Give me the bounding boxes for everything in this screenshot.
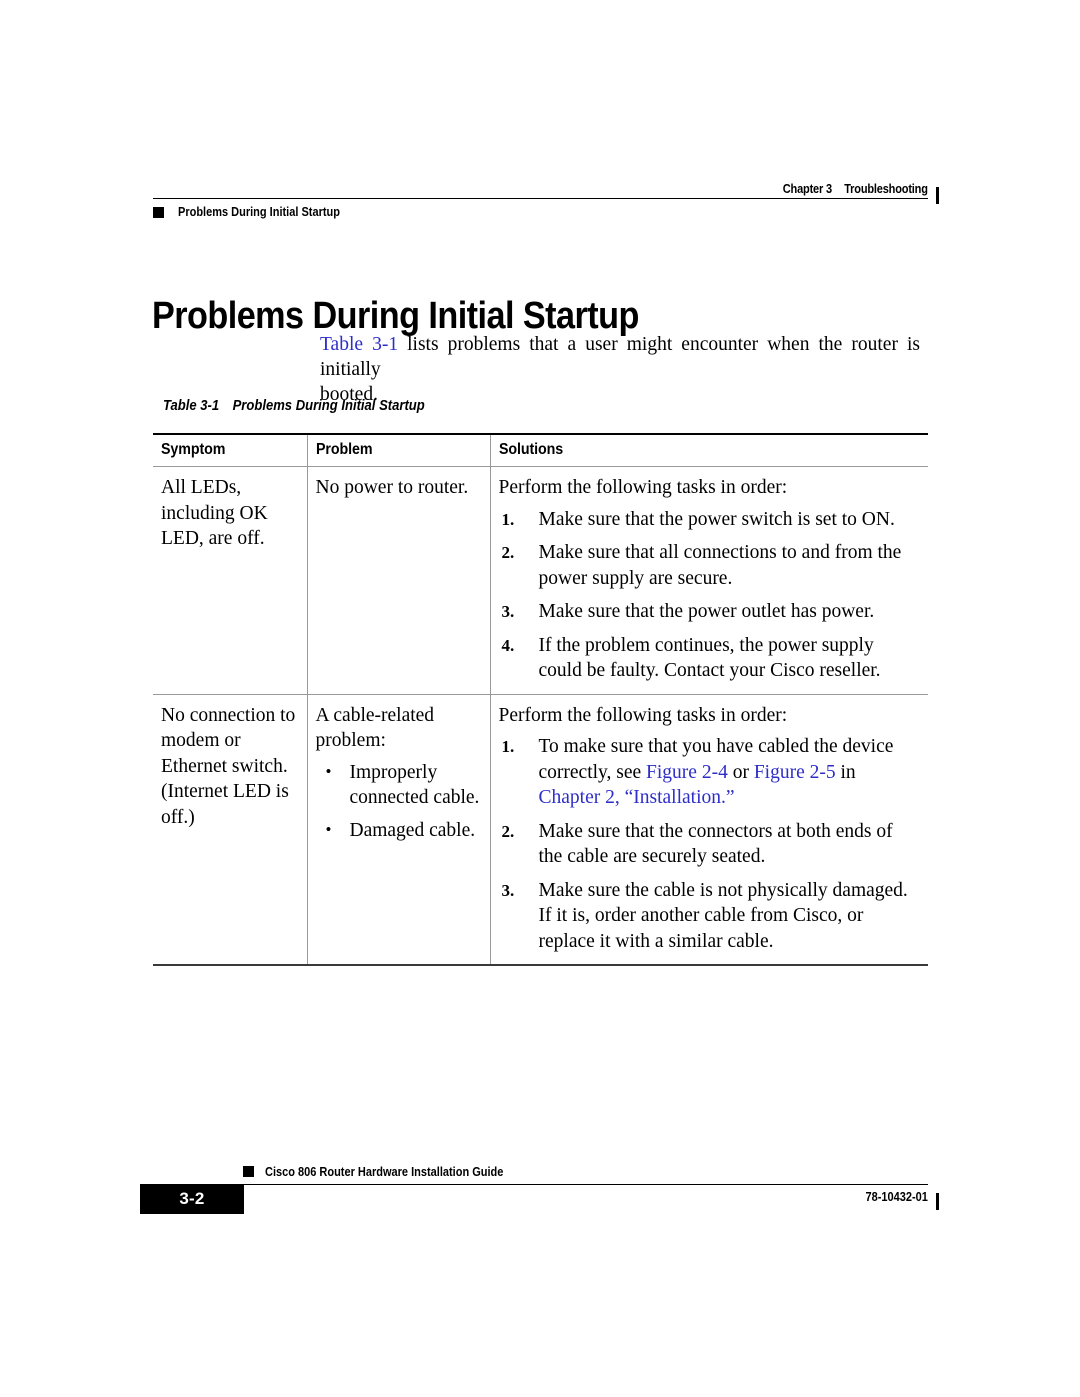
list-item: • Damaged cable. — [316, 818, 480, 844]
step-text-part3: in — [835, 761, 856, 783]
step-text-part2: or — [727, 761, 754, 783]
step-text: Make sure that all connections to and fr… — [538, 542, 902, 589]
cell-problem: No power to router. — [307, 466, 491, 695]
header-change-bar-icon — [936, 187, 939, 204]
footer-guide-title: Cisco 806 Router Hardware Installation G… — [265, 1165, 504, 1179]
footer-document-number: 78-10432-01 — [865, 1190, 928, 1204]
running-header-right: Chapter 3 Troubleshooting — [153, 176, 928, 196]
intro-paragraph: Table 3-1 lists problems that a user mig… — [320, 332, 920, 407]
step-text: Make sure the cable is not physically da… — [538, 879, 908, 952]
column-header-symptom-label: Symptom — [161, 441, 226, 458]
step-number: 2. — [501, 543, 515, 562]
cell-problem: A cable-related problem: • Improperly co… — [307, 694, 491, 966]
step-text: Make sure that the power outlet has powe… — [538, 601, 875, 622]
running-header-chapter-label: Chapter 3 — [782, 182, 833, 196]
symptom-text: All LEDs, including OK LED, are off. — [161, 477, 268, 549]
solutions-step-list: 1. Make sure that the power switch is se… — [499, 507, 919, 684]
problem-bullet-list: • Improperly connected cable. • Damaged … — [316, 760, 480, 844]
list-item: 2. Make sure that all connections to and… — [499, 540, 919, 591]
list-item: • Improperly connected cable. — [316, 760, 480, 811]
page-footer: Cisco 806 Router Hardware Installation G… — [140, 1165, 939, 1225]
list-item: 2. Make sure that the connectors at both… — [499, 819, 919, 870]
step-text: Make sure that the connectors at both en… — [538, 820, 893, 868]
header-rule — [153, 187, 939, 204]
step-number: 3. — [501, 602, 515, 621]
running-header-chapter-title: Troubleshooting — [844, 182, 928, 196]
table-row: All LEDs, including OK LED, are off. No … — [153, 466, 928, 695]
solutions-intro: Perform the following tasks in order: — [498, 704, 788, 726]
list-item: 1. To make sure that you have cabled the … — [499, 734, 919, 811]
cell-symptom: All LEDs, including OK LED, are off. — [153, 466, 308, 695]
list-item: 3. Make sure the cable is not physically… — [499, 878, 919, 955]
step-number: 3. — [501, 880, 515, 900]
running-header-chapter: Chapter 3 Troubleshooting — [783, 182, 928, 196]
square-bullet-icon — [243, 1166, 254, 1177]
step-text: Make sure that the power switch is set t… — [538, 508, 895, 530]
column-header-symptom: Symptom — [153, 433, 308, 467]
page-number-badge: 3-2 — [140, 1184, 244, 1214]
bullet-icon: • — [325, 819, 332, 839]
table-caption-title: Problems During Initial Startup — [232, 398, 425, 414]
solutions-intro: Perform the following tasks in order: — [498, 477, 788, 498]
list-item: 1. Make sure that the power switch is se… — [499, 507, 919, 533]
column-header-solutions-label: Solutions — [498, 441, 563, 458]
intro-text: lists problems that a user might encount… — [320, 334, 920, 380]
step-text: If the problem continues, the power supp… — [538, 634, 881, 682]
document-page: Chapter 3 Troubleshooting Problems During… — [0, 0, 1080, 1397]
cell-solutions: Perform the following tasks in order: 1.… — [490, 466, 928, 695]
figure-2-5-link[interactable]: Figure 2-5 — [754, 762, 836, 783]
bullet-text: Damaged cable. — [349, 819, 476, 841]
bullet-icon: • — [325, 761, 332, 781]
square-bullet-icon — [152, 206, 164, 218]
table-row: No connection to modem or Ethernet switc… — [153, 694, 928, 966]
running-header: Chapter 3 Troubleshooting Problems During… — [152, 176, 939, 219]
problems-table: Symptom Problem Solutions All LEDs, incl… — [153, 433, 928, 966]
step-number: 2. — [501, 821, 515, 841]
list-item: 4. If the problem continues, the power s… — [499, 633, 919, 684]
bullet-text: Improperly connected cable. — [349, 761, 480, 809]
column-header-problem: Problem — [307, 433, 491, 467]
list-item: 3. Make sure that the power outlet has p… — [499, 599, 919, 625]
column-header-problem-label: Problem — [315, 441, 373, 458]
running-header-section-title: Problems During Initial Startup — [177, 205, 340, 219]
step-number: 1. — [501, 509, 515, 529]
cell-solutions: Perform the following tasks in order: 1.… — [490, 694, 928, 966]
footer-rule — [173, 1184, 939, 1210]
cell-symptom: No connection to modem or Ethernet switc… — [153, 694, 308, 966]
figure-2-4-link[interactable]: Figure 2-4 — [646, 762, 728, 783]
solutions-step-list: 1. To make sure that you have cabled the … — [499, 734, 919, 954]
chapter-2-installation-link[interactable]: Chapter 2, “Installation.” — [539, 787, 735, 808]
problem-text: A cable-related problem: — [315, 704, 435, 752]
table-header-row: Symptom Problem Solutions — [153, 433, 928, 467]
step-number: 4. — [501, 635, 515, 655]
table-body: All LEDs, including OK LED, are off. No … — [153, 466, 928, 966]
symptom-text: No connection to modem or Ethernet switc… — [161, 704, 296, 828]
table-header: Symptom Problem Solutions — [153, 433, 928, 467]
table-caption: Table 3-1 Problems During Initial Startup — [163, 398, 425, 414]
column-header-solutions: Solutions — [490, 433, 928, 467]
running-header-left: Problems During Initial Startup — [152, 205, 928, 219]
table-xref-link[interactable]: Table 3-1 — [320, 334, 398, 355]
problem-text: No power to router. — [315, 477, 469, 498]
table-caption-number: Table 3-1 — [163, 398, 220, 414]
step-number: 1. — [501, 737, 515, 756]
footer-change-bar-icon — [936, 1193, 939, 1210]
